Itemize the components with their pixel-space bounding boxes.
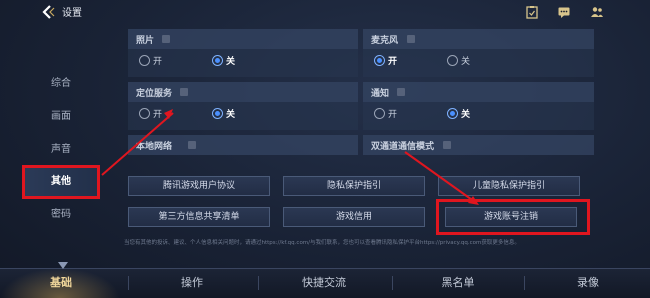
settings-screen: 设置 综合 画面 声音 其他 密码 照片 开 关 麦克风 开 关 定位服务 开 … xyxy=(0,0,650,298)
tab-divider xyxy=(524,276,525,290)
tab-blacklist[interactable]: 黑名单 xyxy=(396,268,520,298)
tab-divider xyxy=(128,276,129,290)
arrow-line-1 xyxy=(101,112,174,176)
tab-basic[interactable]: 基础 xyxy=(0,268,122,298)
tab-replay[interactable]: 录像 xyxy=(528,268,648,298)
arrow-line-2 xyxy=(404,151,476,203)
tab-controls[interactable]: 操作 xyxy=(132,268,252,298)
tab-divider xyxy=(258,276,259,290)
tab-divider xyxy=(392,276,393,290)
annotation-arrows xyxy=(101,109,479,205)
tab-quick-chat[interactable]: 快捷交流 xyxy=(262,268,386,298)
